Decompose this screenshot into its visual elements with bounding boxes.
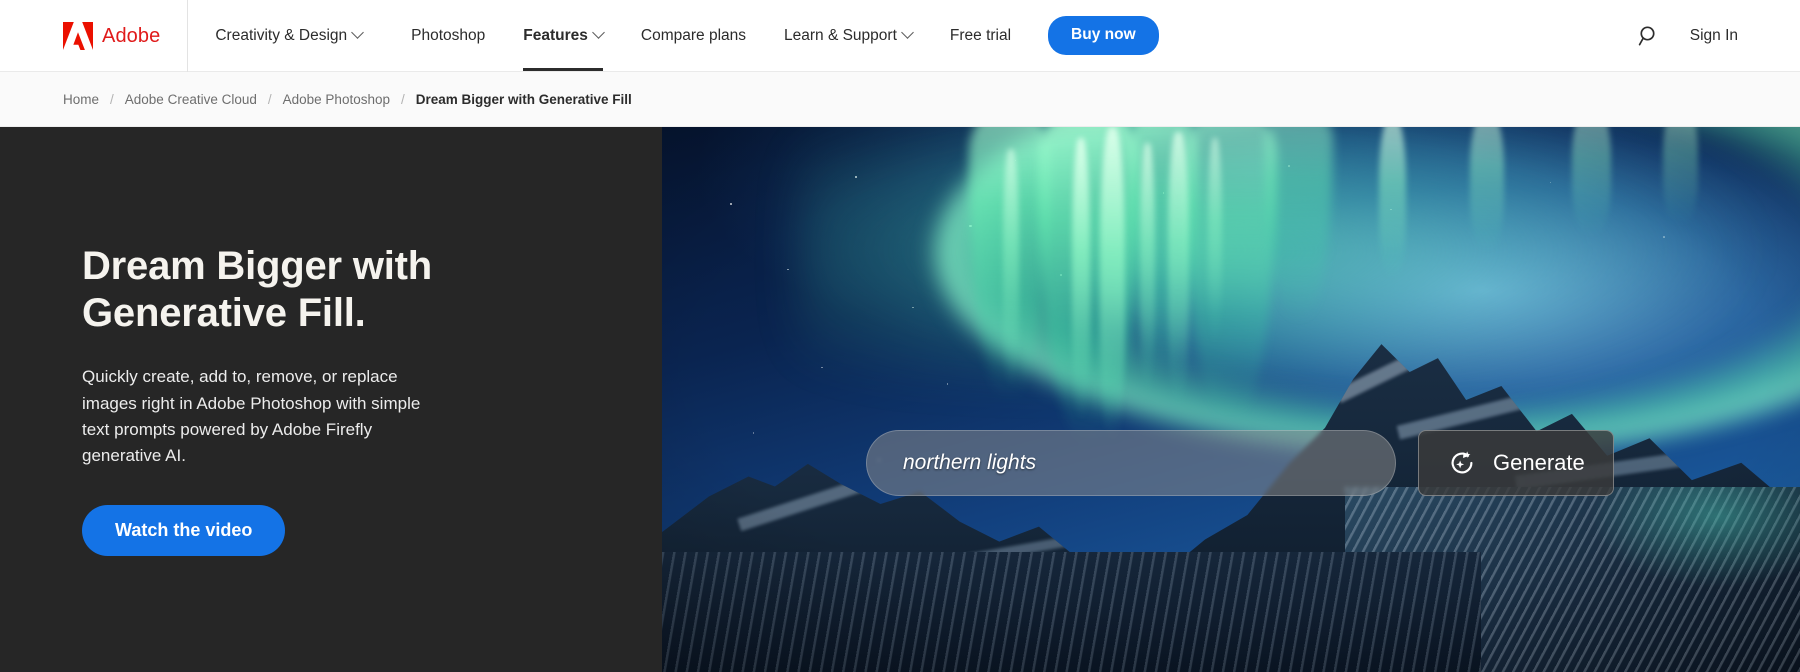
hero-section: Dream Bigger with Generative Fill. Quick… bbox=[0, 127, 1800, 672]
adobe-a-logo-icon bbox=[63, 21, 93, 50]
breadcrumb-separator: / bbox=[267, 91, 272, 107]
hero-title-line-2: Generative Fill. bbox=[82, 290, 366, 335]
watch-the-video-button[interactable]: Watch the video bbox=[82, 505, 286, 557]
nav-item-label: Free trial bbox=[949, 26, 1012, 44]
breadcrumb-item-adobe-photoshop[interactable]: Adobe Photoshop bbox=[283, 92, 390, 107]
generate-button-label: Generate bbox=[1493, 450, 1585, 475]
nav-item-creativity-design[interactable]: Creativity & Design bbox=[188, 0, 392, 71]
breadcrumb-item-home[interactable]: Home bbox=[63, 92, 99, 107]
adobe-home-link[interactable]: Adobe bbox=[0, 0, 187, 71]
breadcrumb-separator: / bbox=[400, 91, 405, 107]
nav-item-label: Compare plans bbox=[640, 26, 746, 44]
hero-copy-panel: Dream Bigger with Generative Fill. Quick… bbox=[0, 127, 662, 672]
nav-item-label: Photoshop bbox=[411, 26, 486, 44]
nav-item-free-trial[interactable]: Free trial bbox=[931, 0, 1030, 71]
breadcrumb-item-current: Dream Bigger with Generative Fill bbox=[415, 91, 632, 107]
nav-item-features[interactable]: Features bbox=[504, 0, 622, 71]
nav-left-group: Adobe Creativity & Design Photoshop Feat… bbox=[0, 0, 1159, 72]
prompt-input-value: northern lights bbox=[903, 451, 1037, 474]
nav-right-group: Sign In bbox=[1636, 23, 1800, 49]
search-icon[interactable] bbox=[1636, 23, 1662, 49]
sign-in-link[interactable]: Sign In bbox=[1690, 27, 1738, 45]
breadcrumb-separator: / bbox=[110, 91, 114, 107]
breadcrumb-item-adobe-creative-cloud[interactable]: Adobe Creative Cloud bbox=[125, 92, 257, 107]
page-title: Dream Bigger with Generative Fill. bbox=[82, 243, 482, 337]
brand-name: Adobe bbox=[102, 24, 161, 47]
nav-item-label: Creativity & Design bbox=[215, 26, 348, 44]
nav-item-compare-plans[interactable]: Compare plans bbox=[622, 0, 765, 71]
global-navigation-bar: Adobe Creativity & Design Photoshop Feat… bbox=[0, 0, 1800, 72]
prompt-input[interactable]: northern lights bbox=[866, 430, 1396, 496]
nav-item-learn-support[interactable]: Learn & Support bbox=[765, 0, 931, 71]
breadcrumb: Home / Adobe Creative Cloud / Adobe Phot… bbox=[0, 72, 1800, 127]
hero-description: Quickly create, add to, remove, or repla… bbox=[82, 367, 421, 465]
buy-now-button[interactable]: Buy now bbox=[1048, 16, 1159, 55]
chevron-down-icon bbox=[351, 26, 365, 39]
generate-button[interactable]: Generate bbox=[1418, 430, 1614, 496]
chevron-down-icon bbox=[592, 26, 605, 39]
generative-fill-prompt-bar: northern lights Generate bbox=[866, 430, 1614, 496]
primary-nav: Creativity & Design Photoshop Features C… bbox=[188, 0, 1159, 71]
nav-item-label: Learn & Support bbox=[784, 26, 897, 44]
nav-item-photoshop[interactable]: Photoshop bbox=[392, 0, 504, 71]
rock-foreground bbox=[662, 552, 1482, 672]
generative-fill-sparkle-icon bbox=[1447, 448, 1477, 478]
chevron-down-icon bbox=[901, 26, 914, 39]
hero-title-line-1: Dream Bigger with bbox=[82, 243, 432, 288]
nav-item-label: Features bbox=[523, 26, 588, 44]
hero-image: northern lights Generate bbox=[662, 127, 1800, 672]
